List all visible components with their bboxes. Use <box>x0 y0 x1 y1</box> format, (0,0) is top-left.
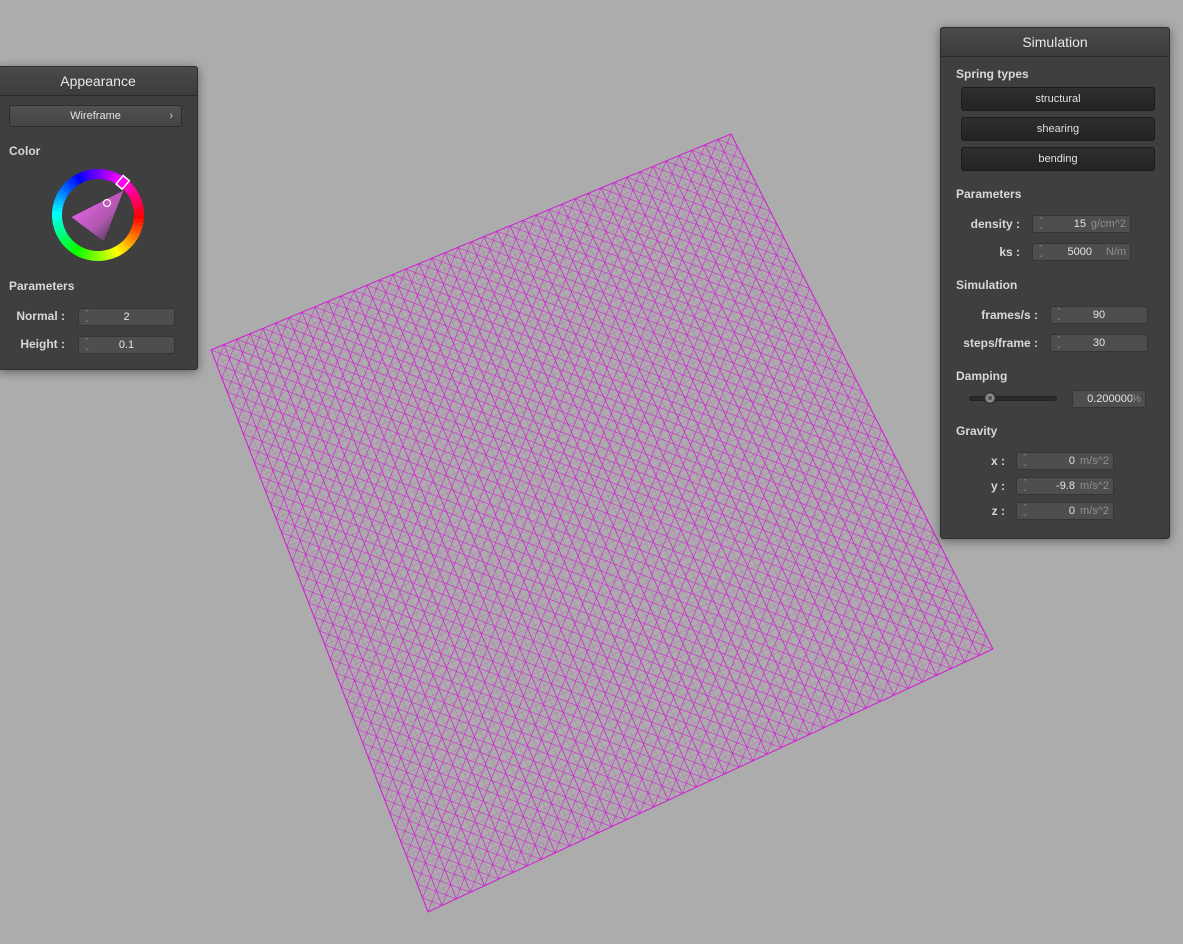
spring-types-label: Spring types <box>956 67 1029 81</box>
ks-value: 5000 <box>1067 246 1092 258</box>
color-section-label: Color <box>9 144 41 158</box>
spinner-arrows-icon[interactable]: ⌃ ⌄ <box>1037 245 1045 259</box>
gravity-z-value: 0 <box>1068 505 1075 517</box>
ks-unit: N/m <box>1105 246 1126 258</box>
render-mode-value: Wireframe <box>70 110 121 122</box>
simulation-section-label: Simulation <box>956 278 1018 292</box>
fps-value: 90 <box>1092 309 1106 321</box>
steps-label: steps/frame : <box>963 336 1038 350</box>
density-unit: g/cm^2 <box>1090 218 1126 230</box>
color-wheel[interactable] <box>51 168 145 262</box>
damping-value: 0.200000 <box>1087 393 1133 405</box>
normal-value: 2 <box>123 311 130 323</box>
gravity-z-label: z : <box>991 504 1005 518</box>
gravity-z-unit: m/s^2 <box>1080 505 1109 517</box>
density-label: density : <box>970 217 1020 231</box>
normal-label: Normal : <box>16 309 65 323</box>
spinner-arrows-icon[interactable]: ⌃ ⌄ <box>1021 454 1029 468</box>
render-mode-dropdown[interactable]: Wireframe › <box>9 105 182 127</box>
simulation-parameters-label: Parameters <box>956 187 1022 201</box>
gravity-z-input[interactable]: ⌃ ⌄ 0 m/s^2 <box>1016 502 1114 520</box>
appearance-panel-title[interactable]: Appearance <box>0 67 197 96</box>
fps-input[interactable]: ⌃ ⌄ 90 <box>1050 306 1148 324</box>
bending-toggle[interactable]: bending <box>961 147 1155 171</box>
damping-input[interactable]: 0.200000 % <box>1072 390 1146 408</box>
spinner-arrows-icon[interactable]: ⌃ ⌄ <box>1021 504 1029 518</box>
simulation-panel: Simulation Spring types structural shear… <box>940 27 1170 539</box>
height-input[interactable]: ⌃ ⌄ 0.1 <box>78 336 175 354</box>
ks-input[interactable]: ⌃ ⌄ 5000 N/m <box>1032 243 1131 261</box>
gravity-x-unit: m/s^2 <box>1080 455 1109 467</box>
gravity-y-label: y : <box>990 479 1005 493</box>
appearance-parameters-label: Parameters <box>9 279 75 293</box>
gravity-y-value: -9.8 <box>1056 480 1075 492</box>
structural-toggle[interactable]: structural <box>961 87 1155 111</box>
density-input[interactable]: ⌃ ⌄ 15 g/cm^2 <box>1032 215 1131 233</box>
spinner-arrows-icon[interactable]: ⌃ ⌄ <box>1037 217 1045 231</box>
height-label: Height : <box>20 337 65 351</box>
steps-value: 30 <box>1092 337 1106 349</box>
shearing-toggle[interactable]: shearing <box>961 117 1155 141</box>
spinner-arrows-icon[interactable]: ⌃ ⌄ <box>1021 479 1029 493</box>
gravity-y-input[interactable]: ⌃ ⌄ -9.8 m/s^2 <box>1016 477 1114 495</box>
gravity-y-unit: m/s^2 <box>1080 480 1109 492</box>
cloth-wireframe-mesh <box>211 134 993 912</box>
damping-label: Damping <box>956 369 1008 383</box>
ks-label: ks : <box>999 245 1020 259</box>
gravity-label: Gravity <box>956 424 998 438</box>
normal-input[interactable]: ⌃ ⌄ 2 <box>78 308 175 326</box>
height-value: 0.1 <box>118 339 135 351</box>
steps-input[interactable]: ⌃ ⌄ 30 <box>1050 334 1148 352</box>
damping-slider-track[interactable] <box>969 396 1057 401</box>
damping-slider-handle[interactable] <box>984 392 997 404</box>
simulation-panel-title[interactable]: Simulation <box>941 28 1169 57</box>
appearance-panel: Appearance Wireframe › Color Parameters … <box>0 66 198 370</box>
gravity-x-value: 0 <box>1068 455 1075 467</box>
gravity-x-input[interactable]: ⌃ ⌄ 0 m/s^2 <box>1016 452 1114 470</box>
gravity-x-label: x : <box>990 454 1005 468</box>
density-value: 15 <box>1073 218 1086 230</box>
fps-label: frames/s : <box>981 308 1038 322</box>
chevron-right-icon: › <box>169 110 173 122</box>
damping-unit: % <box>1131 393 1141 405</box>
